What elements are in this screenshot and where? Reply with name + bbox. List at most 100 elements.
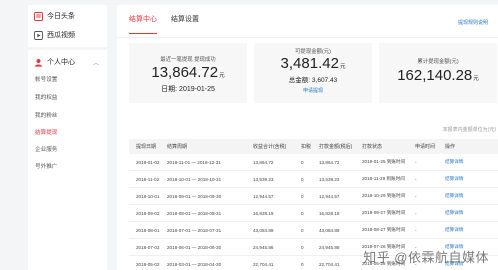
cell-action[interactable]: 结算详情	[445, 159, 487, 165]
cell-date: 2018-09-02	[136, 210, 160, 216]
table-row: 2018-11-02 2018-10-01 — 2018-10-31 13,539.…	[129, 171, 498, 188]
sidebar-item-label: 今日头条	[47, 13, 75, 20]
chevron-up-icon: ︿	[92, 60, 99, 67]
cumulative-card: 累计提现金额(元) 162,140.28元	[379, 43, 497, 103]
cell-total: 24,945.86	[253, 244, 274, 250]
sidebar-item-my-fans[interactable]: 我的粉丝	[35, 111, 57, 119]
tab-settlement-center[interactable]: 结算中心	[129, 14, 157, 34]
cell-period: 2018-07-01 — 2018-07-31	[167, 227, 222, 233]
cell-amount: 43,084.89	[319, 227, 340, 233]
cell-tax: 0	[301, 227, 304, 233]
cell-date: 2018-10-01	[136, 193, 160, 199]
cell-date: 2019-01-02	[136, 159, 160, 165]
tab-bar: 结算中心 结算设置	[129, 14, 199, 34]
available-total: 总金额: 3,607.43	[288, 77, 338, 84]
last-withdraw-date: 日期: 2019-01-25	[161, 86, 215, 93]
sidebar-personal-card: 个人中心 ︿ 帐号设置 我的权益 我的粉丝 结算提现 企业服务 号外推广	[28, 50, 107, 270]
header-action: 操作	[445, 144, 456, 150]
last-withdraw-label: 最近一笔提现 提现成功	[160, 57, 216, 63]
xigua-icon	[34, 30, 43, 40]
cell-action[interactable]: 结算详情	[445, 210, 487, 216]
sidebar-item-promotion[interactable]: 号外推广	[35, 162, 57, 170]
last-withdraw-amount: 13,864.72元	[151, 64, 225, 81]
cell-apply-time: -	[415, 193, 417, 199]
cell-status: 2018-09-27 到账时间	[362, 210, 406, 215]
cell-apply-time: -	[415, 210, 417, 216]
cell-total: 12,944.57	[253, 193, 274, 199]
table-header: 提现日期 结算周期 收益合计(含税) 扣税 打款金额(税后) 打款状态 申请时间…	[129, 139, 498, 154]
cell-status: 2018-10-29 到账时间	[362, 193, 406, 198]
cell-date: 2018-05-02	[136, 261, 160, 267]
available-label: 可提现金额(元)	[295, 49, 331, 55]
cell-total: 22,704.41	[253, 261, 274, 267]
apply-withdraw-link[interactable]: 申请提现	[254, 87, 372, 94]
cell-period: 2018-08-01 — 2018-08-31	[167, 210, 222, 216]
cell-period: 2018-10-01 — 2018-10-31	[167, 176, 222, 182]
withdraw-rules-link[interactable]: 提现规则说明	[458, 19, 488, 26]
tab-settlement-settings[interactable]: 结算设置	[171, 14, 199, 34]
cell-status: 2019-01-25 到账时间	[362, 159, 406, 164]
header-period: 结算周期	[167, 144, 188, 150]
cell-total: 43,084.89	[253, 227, 274, 233]
cell-amount: 24,945.86	[319, 244, 340, 250]
cell-tax: 0	[301, 244, 304, 250]
cell-amount: 16,828.19	[319, 210, 340, 216]
cell-apply-time: -	[415, 227, 417, 233]
table-row: 2019-01-02 2018-11-01 — 2018-12-31 13,864.…	[129, 154, 498, 171]
sidebar-item-enterprise[interactable]: 企业服务	[35, 145, 57, 153]
cell-action[interactable]: 结算详情	[445, 227, 487, 233]
last-withdraw-card: 最近一笔提现 提现成功 13,864.72元 日期: 2019-01-25	[129, 43, 247, 103]
header-date: 提现日期	[136, 144, 157, 150]
table-row: 2018-08-01 2018-07-01 — 2018-07-31 43,084.…	[129, 222, 498, 239]
user-icon	[34, 58, 43, 67]
cell-tax: 0	[301, 176, 304, 182]
cell-action[interactable]: 结算详情	[445, 193, 487, 199]
sidebar-section-label: 个人中心	[47, 59, 75, 66]
cell-action[interactable]: 结算详情	[445, 176, 487, 182]
sidebar-item-settlement[interactable]: 结算提现	[35, 128, 57, 136]
available-card: 可提现金额(元) 3,481.42元 总金额: 3,607.43 申请提现	[254, 43, 372, 103]
sidebar-section-personal[interactable]: 个人中心 ︿	[28, 55, 107, 69]
sidebar: 今日头条 西瓜视频 个人中心 ︿ 帐号设置 我的权益 我的粉丝 结算提现 企业服…	[0, 0, 109, 270]
header-amount: 打款金额(税后)	[319, 144, 353, 150]
cell-period: 2018-09-01 — 2018-09-30	[167, 193, 222, 199]
cell-status: 2018-11-29 到账时间	[362, 176, 405, 181]
table-row: 2018-10-01 2018-09-01 — 2018-09-30 12,944.…	[129, 188, 498, 205]
cell-date: 2018-08-01	[136, 227, 160, 233]
cell-amount: 12,944.57	[319, 193, 340, 199]
cell-total: 13,539.23	[253, 176, 274, 182]
sidebar-item-account-settings[interactable]: 帐号设置	[35, 75, 57, 83]
cell-apply-time: -	[415, 159, 417, 165]
sidebar-item-toutiao[interactable]: 今日头条	[28, 9, 107, 23]
watermark: 知乎 @依霖航自媒体	[363, 250, 489, 265]
tab-divider	[117, 37, 498, 38]
header-total: 收益合计(含税)	[253, 144, 287, 150]
header-tax: 扣税	[301, 144, 312, 150]
cell-period: 2018-03-01 — 2018-04-30	[167, 261, 222, 267]
sidebar-apps-card: 今日头条 西瓜视频	[28, 5, 107, 47]
cell-period: 2018-11-01 — 2018-12-31	[167, 159, 221, 165]
available-amount: 3,481.42元	[280, 55, 346, 72]
unit-note: 本报表内金额单位为(元)	[442, 127, 496, 133]
cell-tax: 0	[301, 159, 304, 165]
cell-total: 13,864.72	[253, 159, 274, 165]
toutiao-icon	[34, 11, 43, 21]
cell-date: 2018-11-02	[136, 176, 160, 182]
cell-tax: 0	[301, 261, 304, 267]
cell-status: 2018-08-27 到账时间	[362, 227, 406, 232]
cell-amount: 13,864.72	[319, 159, 340, 165]
main-panel: 结算中心 结算设置 提现规则说明 最近一笔提现 提现成功 13,864.72元 …	[117, 5, 498, 270]
header-status: 打款状态	[362, 144, 383, 150]
cell-total: 16,828.19	[253, 210, 274, 216]
table-row: 2018-09-02 2018-08-01 — 2018-08-31 16,828.…	[129, 205, 498, 222]
cumulative-amount: 162,140.28元	[397, 67, 479, 84]
cell-tax: 0	[301, 210, 304, 216]
cell-apply-time: -	[415, 176, 417, 182]
cumulative-label: 累计提现金额(元)	[417, 59, 459, 65]
sidebar-item-xigua[interactable]: 西瓜视频	[28, 28, 107, 42]
cell-amount: 22,704.41	[319, 261, 340, 267]
cell-amount: 13,539.23	[319, 176, 340, 182]
cell-tax: 0	[301, 193, 304, 199]
sidebar-item-my-rights[interactable]: 我的权益	[35, 93, 57, 101]
header-apply-time: 申请时间	[415, 144, 436, 150]
